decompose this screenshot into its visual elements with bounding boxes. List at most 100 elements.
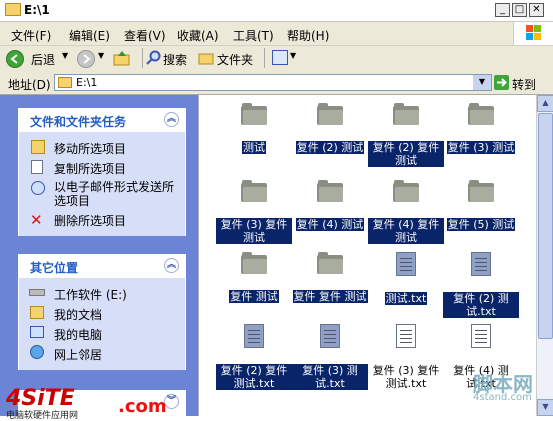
maximize-button[interactable]: □ [512,3,527,17]
folder-item[interactable]: 复件 复件 测试 [292,252,368,303]
folder-item[interactable]: 测试 [216,103,292,154]
menu-view[interactable]: 查看(V) [124,27,166,44]
scroll-down-icon[interactable]: ▼ [537,399,553,416]
item-label: 复件 (4) 复件 测试 [368,218,444,244]
item-label: 复件 (2) 测试 [295,141,365,154]
places-panel-header[interactable]: 其它位置 ︽ [18,254,186,278]
task-delete[interactable]: 删除所选项目 [54,212,126,229]
folder-icon [317,103,343,125]
windows-logo-icon [513,22,553,45]
scrollbar-thumb[interactable] [538,113,553,339]
title-bar: E:\1 _ □ ✕ [0,0,553,22]
folder-icon [468,103,494,125]
menu-help[interactable]: 帮助(H) [287,27,329,44]
folder-icon [317,252,343,274]
up-folder-icon[interactable] [113,49,131,67]
collapse-icon[interactable]: ︽ [164,112,179,127]
item-label: 复件 (5) 测试 [446,218,516,231]
place-my-computer[interactable]: 我的电脑 [54,326,102,343]
email-icon [31,181,45,195]
folder-item[interactable]: 复件 (2) 测试 [292,103,368,154]
minimize-button[interactable]: _ [495,3,510,17]
text-file-icon [396,324,416,348]
toolbar-separator [264,48,265,68]
window-title: E:\1 [24,3,50,17]
folder-icon [58,77,72,88]
close-button[interactable]: ✕ [529,3,544,17]
place-my-documents[interactable]: 我的文档 [54,306,102,323]
scroll-up-icon[interactable]: ▲ [537,95,553,112]
file-item[interactable]: 复件 (2) 复件 测试.txt [216,324,292,390]
folder-item[interactable]: 复件 (2) 复件 测试 [368,103,444,167]
my-computer-icon [30,326,44,338]
place-network[interactable]: 网上邻居 [54,346,102,363]
go-arrow-icon[interactable] [494,75,509,90]
task-copy[interactable]: 复制所选项目 [54,160,126,177]
text-file-icon [471,252,491,276]
file-item[interactable]: 复件 (2) 测试.txt [443,252,519,318]
menu-file[interactable]: 文件(F) [11,27,51,44]
site-watermark-right-sub: 4stand.com [473,392,532,403]
tasks-panel-body: 移动所选项目 复制所选项目 以电子邮件形式发送所选项目 ✕ 删除所选项目 [18,132,186,236]
text-file-icon [396,252,416,276]
copy-icon [31,160,43,174]
views-dropdown-icon[interactable]: ▼ [290,51,296,60]
tasks-panel-title: 文件和文件夹任务 [30,115,127,129]
back-button[interactable]: 后退 [31,51,55,68]
file-item[interactable]: 复件 (3) 复件 测试.txt [368,324,444,390]
folder-icon [393,180,419,202]
item-label: 复件 (3) 复件 测试 [216,218,292,244]
my-documents-icon [30,306,44,319]
go-button[interactable]: 转到 [512,76,536,93]
forward-dropdown-icon[interactable]: ▼ [98,51,104,60]
item-label: 复件 (4) 测试 [295,218,365,231]
places-panel-title: 其它位置 [30,261,79,275]
forward-arrow-icon[interactable] [77,50,95,68]
item-label: 复件 复件 测试 [292,290,368,303]
item-label: 复件 (3) 复件 测试.txt [372,364,440,390]
address-dropdown-icon[interactable]: ▼ [473,75,491,90]
delete-icon: ✕ [30,211,43,229]
search-icon[interactable] [146,50,162,66]
folder-icon [317,180,343,202]
places-panel-body: 工作软件 (E:) 我的文档 我的电脑 网上邻居 [18,278,186,370]
views-icon[interactable] [272,50,288,65]
file-item[interactable]: 测试.txt [368,252,444,305]
address-label: 地址(D) [8,78,51,92]
task-move[interactable]: 移动所选项目 [54,140,126,157]
folder-item[interactable]: 复件 (3) 测试 [443,103,519,154]
folder-icon [468,180,494,202]
folder-item[interactable]: 复件 (4) 测试 [292,180,368,231]
item-label: 复件 (2) 复件 测试.txt [216,364,292,390]
menu-tools[interactable]: 工具(T) [233,27,274,44]
tasks-panel-header[interactable]: 文件和文件夹任务 ︽ [18,108,186,132]
place-drive[interactable]: 工作软件 (E:) [54,286,127,303]
folder-item[interactable]: 复件 测试 [216,252,292,303]
item-label: 复件 测试 [229,290,279,303]
folder-icon [241,180,267,202]
text-file-icon [471,324,491,348]
menu-edit[interactable]: 编辑(E) [69,27,110,44]
folders-button[interactable]: 文件夹 [217,51,253,68]
folder-item[interactable]: 复件 (3) 复件 测试 [216,180,292,244]
move-icon [31,140,45,154]
folder-item[interactable]: 复件 (5) 测试 [443,180,519,231]
text-file-icon [244,324,264,348]
item-label: 复件 (2) 复件 测试 [368,141,444,167]
folder-icon [241,252,267,274]
item-label: 复件 (3) 测试.txt [292,364,368,390]
drive-icon [29,289,45,296]
back-dropdown-icon[interactable]: ▼ [62,51,68,60]
item-label: 测试 [242,141,266,154]
vertical-scrollbar[interactable]: ▲ ▼ [536,95,553,416]
address-input[interactable]: E:\1 ▼ [54,74,492,91]
collapse-icon[interactable]: ︽ [164,258,179,273]
text-file-icon [320,324,340,348]
folder-item[interactable]: 复件 (4) 复件 测试 [368,180,444,244]
task-email[interactable]: 以电子邮件形式发送所选项目 [54,180,180,208]
search-button[interactable]: 搜索 [163,51,187,68]
back-arrow-icon[interactable] [6,50,24,68]
menu-favorites[interactable]: 收藏(A) [177,27,219,44]
file-item[interactable]: 复件 (3) 测试.txt [292,324,368,390]
folders-icon[interactable] [198,51,214,65]
